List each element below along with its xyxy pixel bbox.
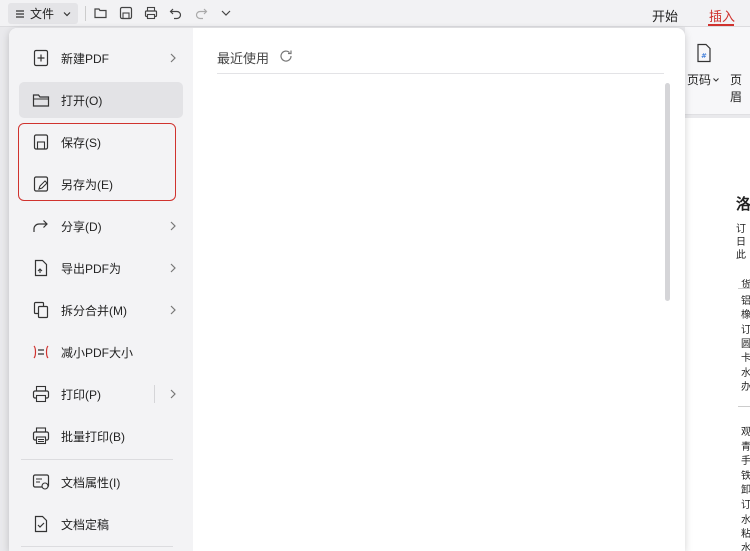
menu-label: 打开(O) — [61, 93, 103, 108]
menu-finalize[interactable]: 文档定稿 — [19, 506, 183, 542]
doc-line-text: 铁 — [741, 471, 750, 482]
split-merge-icon — [31, 300, 51, 320]
print-icon — [31, 384, 51, 404]
svg-text:#: # — [701, 52, 707, 60]
compress-icon — [31, 342, 51, 362]
doc-line-text: 观 — [741, 427, 750, 438]
menu-new-pdf[interactable]: 新建PDF — [19, 40, 183, 76]
menu-open[interactable]: 打开(O) — [19, 82, 183, 118]
menu-label: 保存(S) — [61, 135, 101, 150]
menu-label: 减小PDF大小 — [61, 345, 134, 360]
doc-line-text: 铝 — [741, 296, 750, 307]
file-menu-sidebar: 新建PDF 打开(O) 保存(S) 另存为(E) 分享(D) 导出PDF为 拆分… — [9, 28, 193, 551]
menu-label: 拆分合并(M) — [61, 303, 127, 318]
menu-label: 批量打印(B) — [61, 429, 125, 444]
doc-line-text: 手 — [741, 456, 750, 467]
doc-line-text: 水 — [741, 543, 750, 551]
chevron-right-icon — [166, 303, 180, 317]
doc-line-text: 办 — [741, 382, 750, 393]
doc-heading: 洛 — [736, 196, 750, 213]
refresh-icon[interactable] — [278, 48, 294, 64]
save-icon[interactable] — [117, 4, 135, 22]
page-number-icon: # — [695, 43, 713, 63]
menu-share[interactable]: 分享(D) — [19, 208, 183, 244]
toolbar-divider — [85, 6, 86, 21]
batch-print-icon — [31, 426, 51, 446]
menu-batch-print[interactable]: 批量打印(B) — [19, 418, 183, 454]
chevron-right-icon — [166, 261, 180, 275]
doc-line-text: 此 — [736, 250, 746, 261]
export-pdf-icon — [31, 258, 51, 278]
menu-label: 另存为(E) — [61, 177, 113, 192]
doc-line-text: 水 — [741, 368, 750, 379]
doc-line-text: 订 — [741, 500, 750, 511]
menu-label: 打印(P) — [61, 387, 101, 402]
new-pdf-icon — [31, 48, 51, 68]
doc-line-text: 订 — [741, 325, 750, 336]
doc-properties-icon — [31, 472, 51, 492]
ribbon-page-number[interactable]: 页码 — [687, 71, 711, 88]
menu-divider — [21, 546, 173, 547]
file-menu-label: 文件 — [30, 7, 55, 21]
doc-line-text: 粘 — [741, 529, 750, 540]
chevron-right-icon — [166, 219, 180, 233]
doc-line-text: 卡 — [741, 353, 750, 364]
doc-table-rule — [738, 406, 750, 407]
menu-icon — [14, 8, 26, 20]
top-toolbar: 文件 开始 插入 — [0, 0, 750, 27]
recent-scrollbar[interactable] — [665, 83, 670, 301]
recent-divider — [217, 73, 664, 74]
print-icon[interactable] — [142, 4, 160, 22]
more-chevron-icon[interactable] — [217, 4, 235, 22]
redo-icon[interactable] — [192, 4, 210, 22]
finalize-icon — [31, 514, 51, 534]
menu-doc-properties[interactable]: 文档属性(I) — [19, 464, 183, 500]
save-icon — [31, 132, 51, 152]
menu-print[interactable]: 打印(P) — [19, 376, 183, 412]
chevron-down-icon — [712, 76, 720, 84]
doc-line-text: 青 — [741, 442, 750, 453]
menu-export-pdf[interactable]: 导出PDF为 — [19, 250, 183, 286]
file-menu-button[interactable]: 文件 — [8, 3, 78, 24]
open-folder-icon — [31, 90, 51, 110]
menu-label: 新建PDF — [61, 51, 110, 66]
doc-line-text: 卸 — [741, 485, 750, 496]
menu-save[interactable]: 保存(S) — [19, 124, 183, 160]
menu-save-as[interactable]: 另存为(E) — [19, 166, 183, 202]
recent-title: 最近使用 — [217, 51, 270, 66]
submenu-separator — [154, 385, 155, 403]
ribbon-header[interactable]: 页眉 — [730, 71, 750, 105]
active-tab-indicator — [708, 24, 734, 26]
chevron-down-icon — [62, 9, 72, 19]
menu-compress-pdf[interactable]: 减小PDF大小 — [19, 334, 183, 370]
share-icon — [31, 216, 51, 236]
doc-line-text: 圆 — [741, 339, 750, 350]
tab-insert[interactable]: 插入 — [709, 6, 735, 25]
doc-line-text: 水 — [741, 515, 750, 526]
file-menu-panel: 新建PDF 打开(O) 保存(S) 另存为(E) 分享(D) 导出PDF为 拆分… — [9, 28, 685, 551]
menu-split-merge[interactable]: 拆分合并(M) — [19, 292, 183, 328]
menu-label: 文档定稿 — [61, 517, 110, 532]
menu-label: 分享(D) — [61, 219, 102, 234]
save-as-icon — [31, 174, 51, 194]
menu-label: 文档属性(I) — [61, 475, 121, 490]
tab-start[interactable]: 开始 — [652, 6, 678, 25]
undo-icon[interactable] — [167, 4, 185, 22]
chevron-right-icon — [166, 51, 180, 65]
menu-label: 导出PDF为 — [61, 261, 122, 276]
ribbon-panel: # 页码 页眉 — [685, 27, 750, 115]
open-folder-icon[interactable] — [92, 4, 110, 22]
doc-table-rule — [738, 288, 750, 289]
menu-divider — [21, 459, 173, 460]
chevron-right-icon[interactable] — [166, 387, 180, 401]
doc-line-text: 橡 — [741, 310, 750, 321]
